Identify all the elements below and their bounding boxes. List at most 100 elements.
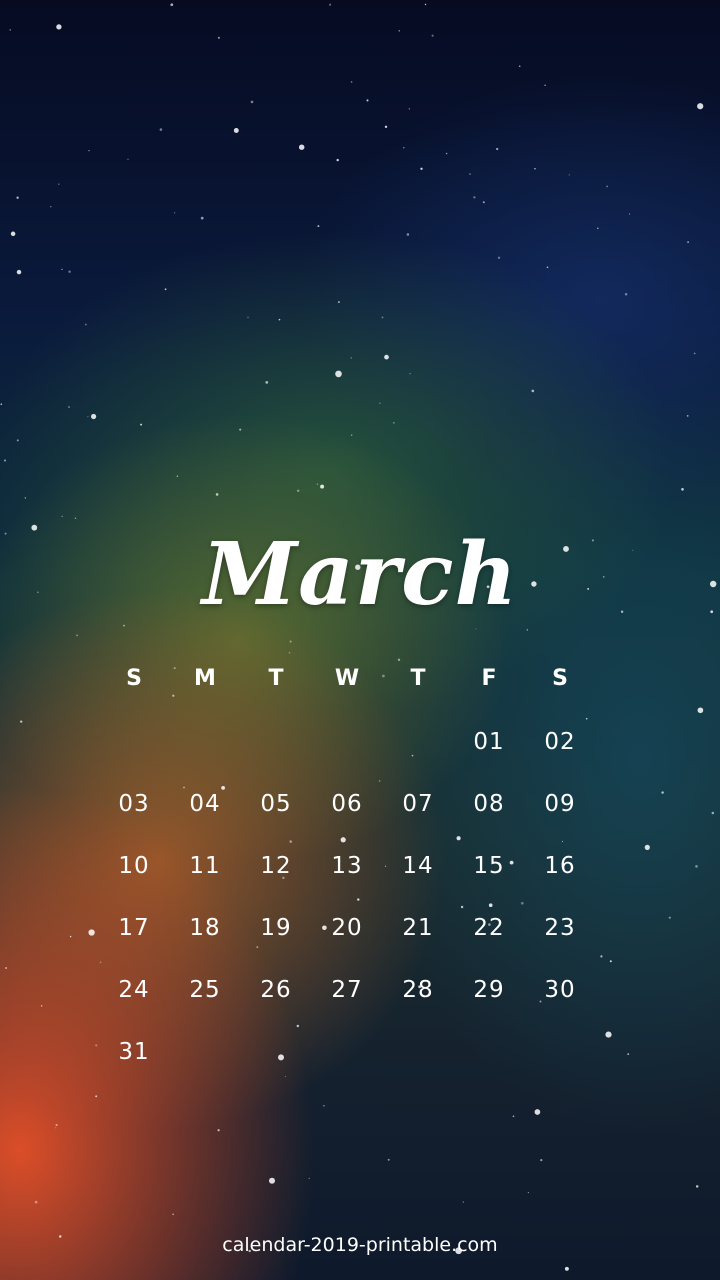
- star: [384, 125, 388, 128]
- star: [215, 493, 219, 496]
- star: [408, 108, 410, 110]
- star: [217, 36, 220, 39]
- calendar-day: 23: [544, 915, 576, 941]
- star: [585, 717, 588, 720]
- star: [58, 183, 60, 185]
- star: [50, 206, 52, 208]
- calendar-day: 21: [402, 915, 434, 941]
- calendar-day: 27: [331, 977, 363, 1003]
- calendar-day: 06: [331, 791, 363, 817]
- star: [337, 301, 340, 304]
- star: [609, 960, 612, 963]
- star: [546, 266, 549, 269]
- star: [233, 128, 239, 133]
- star: [540, 1158, 543, 1162]
- star: [172, 1213, 174, 1216]
- star: [323, 1104, 325, 1107]
- weekday-header: S M T W T F S: [98, 666, 600, 702]
- star: [445, 152, 448, 155]
- star: [55, 1127, 57, 1129]
- star: [317, 225, 320, 228]
- star: [686, 415, 689, 417]
- star: [159, 128, 163, 131]
- star: [600, 955, 603, 958]
- weekday-thu: T: [410, 666, 426, 691]
- star: [661, 791, 664, 794]
- calendar-day: 26: [260, 977, 292, 1003]
- calendar-day: 28: [402, 977, 434, 1003]
- star: [527, 1192, 529, 1194]
- footer-site-url: calendar-2019-printable.com: [222, 1234, 498, 1256]
- star: [568, 174, 570, 176]
- calendar-day: 18: [189, 915, 221, 941]
- star: [74, 517, 77, 519]
- calendar-day: 15: [473, 853, 505, 879]
- star: [76, 634, 78, 637]
- calendar-day: 31: [118, 1039, 150, 1065]
- star: [335, 370, 342, 378]
- star: [5, 967, 8, 969]
- star: [40, 1005, 43, 1007]
- star: [34, 1200, 38, 1204]
- star: [308, 1177, 310, 1180]
- star: [606, 185, 609, 188]
- calendar-day: 30: [544, 977, 576, 1003]
- star: [16, 439, 19, 442]
- star: [170, 3, 174, 7]
- star: [397, 658, 401, 661]
- star: [693, 352, 696, 355]
- weekday-tue: T: [268, 666, 284, 691]
- star: [398, 30, 401, 32]
- calendar-day: 07: [402, 791, 434, 817]
- star: [87, 416, 89, 418]
- star: [200, 216, 204, 220]
- star: [95, 1095, 98, 1098]
- star: [88, 149, 90, 152]
- star: [176, 475, 179, 477]
- star: [544, 84, 546, 87]
- star: [173, 212, 176, 214]
- star: [278, 318, 281, 321]
- star: [350, 357, 352, 359]
- weekday-wed: W: [334, 666, 360, 691]
- calendar-day: 04: [189, 791, 221, 817]
- star: [250, 100, 254, 104]
- star: [605, 1031, 612, 1038]
- star: [424, 3, 427, 6]
- star: [61, 515, 63, 517]
- star: [409, 372, 411, 375]
- star: [217, 1129, 220, 1132]
- calendar-day: 08: [473, 791, 505, 817]
- calendar-grid: 01 02 03 04 05 06 07 08 09 10 11 12 13 14 15 16 17 18 19 20…: [98, 722, 600, 1082]
- weekday-sat: S: [552, 666, 568, 691]
- star: [16, 269, 22, 275]
- star: [406, 233, 410, 236]
- star: [482, 201, 485, 204]
- star: [9, 29, 11, 31]
- calendar-day: 14: [402, 853, 434, 879]
- star: [711, 811, 715, 815]
- calendar-day: 10: [118, 853, 150, 879]
- weekday-mon: M: [194, 666, 216, 691]
- star: [61, 268, 63, 271]
- weekday-sun: S: [126, 666, 142, 691]
- calendar-day: 13: [331, 853, 363, 879]
- star: [431, 34, 434, 37]
- star: [695, 865, 698, 868]
- star: [384, 354, 389, 360]
- calendar-day: 22: [473, 915, 505, 941]
- star: [512, 1115, 515, 1118]
- star: [627, 1053, 630, 1055]
- calendar-day: 12: [260, 853, 292, 879]
- star: [420, 167, 423, 170]
- star: [239, 428, 242, 431]
- star: [518, 65, 521, 68]
- star: [596, 227, 599, 230]
- star: [20, 720, 23, 723]
- star: [289, 640, 292, 643]
- calendar-day: 11: [189, 853, 221, 879]
- star: [366, 99, 369, 102]
- star: [387, 1158, 390, 1161]
- star: [697, 103, 704, 110]
- star: [534, 1109, 541, 1115]
